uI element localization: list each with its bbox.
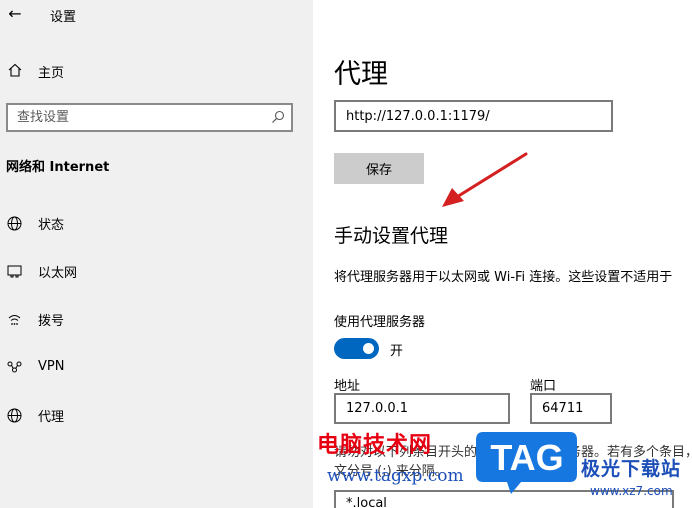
- globe-icon: [6, 408, 22, 424]
- tag-logo-text: TAG: [490, 437, 564, 478]
- script-address-input[interactable]: [336, 102, 611, 130]
- home-label: 主页: [38, 66, 65, 81]
- use-proxy-toggle[interactable]: [334, 338, 379, 359]
- watermark-site-name: 电脑技术网: [317, 433, 433, 458]
- watermark-brand-name: 极光下载站: [581, 458, 682, 480]
- sidebar-item-status[interactable]: 状态: [6, 214, 64, 233]
- home-icon: [6, 63, 24, 81]
- manual-proxy-description: 将代理服务器用于以太网或 Wi-Fi 连接。这些设置不适用于: [334, 270, 673, 285]
- sidebar-item-label: VPN: [38, 358, 65, 374]
- sidebar-item-vpn[interactable]: VPN: [6, 358, 64, 374]
- address-field[interactable]: [334, 393, 510, 424]
- address-input[interactable]: [336, 395, 508, 422]
- section-title: 网络和 Internet: [6, 160, 110, 175]
- toggle-knob: [363, 343, 374, 354]
- sidebar-item-ethernet[interactable]: 以太网: [6, 262, 77, 281]
- vpn-icon: [6, 358, 22, 374]
- sidebar-item-label: 拨号: [38, 314, 65, 329]
- port-input[interactable]: [532, 395, 610, 422]
- settings-sidebar: ← 设置 主页 网络和 Internet 状态 以太网 拨号: [0, 0, 313, 508]
- sidebar-item-label: 以太网: [38, 266, 78, 281]
- back-arrow-icon[interactable]: ←: [6, 4, 24, 24]
- ethernet-icon: [6, 264, 22, 280]
- search-input[interactable]: [8, 105, 258, 130]
- manual-proxy-title: 手动设置代理: [334, 225, 449, 247]
- search-box[interactable]: [6, 103, 293, 132]
- use-proxy-label: 使用代理服务器: [334, 315, 426, 330]
- sidebar-item-proxy[interactable]: 代理: [6, 406, 64, 425]
- script-address-field[interactable]: [334, 100, 613, 132]
- watermark-site-url: www.tagxp.com: [327, 466, 464, 486]
- app-title: 设置: [50, 10, 77, 25]
- sidebar-item-label: 状态: [38, 218, 65, 233]
- toggle-state-label: 开: [390, 344, 404, 359]
- port-field[interactable]: [530, 393, 612, 424]
- sidebar-item-home[interactable]: 主页: [6, 62, 64, 81]
- sidebar-item-dialup[interactable]: 拨号: [6, 310, 64, 329]
- globe-icon: [6, 216, 22, 232]
- search-icon[interactable]: [271, 109, 285, 123]
- red-annotation-arrow-icon: [442, 152, 528, 207]
- address-label: 地址: [334, 379, 361, 394]
- watermark-brand-url: www.xz7.com: [590, 484, 673, 498]
- port-label: 端口: [530, 379, 557, 394]
- dialup-icon: [6, 312, 22, 328]
- save-button[interactable]: 保存: [334, 153, 424, 184]
- page-title: 代理: [334, 59, 388, 90]
- sidebar-item-label: 代理: [38, 410, 65, 425]
